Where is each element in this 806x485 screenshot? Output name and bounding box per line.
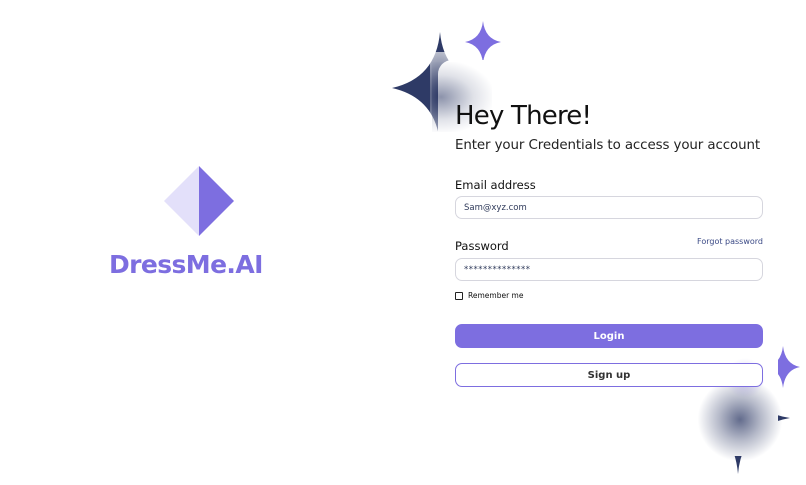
page-subtitle: Enter your Credentials to access your ac… (455, 138, 761, 153)
login-button-label: Login (593, 330, 625, 342)
remember-me[interactable]: Remember me (455, 291, 523, 300)
page-title: Hey There! (455, 101, 592, 131)
login-button[interactable]: Login (455, 324, 763, 348)
password-label: Password (455, 239, 509, 253)
forgot-password-link[interactable]: Forgot password (697, 237, 763, 246)
remember-label: Remember me (468, 291, 524, 300)
email-label: Email address (455, 178, 536, 192)
brand-name: DressMe.AI (109, 250, 263, 279)
login-page: DressMe.AI Hey There! Enter your Credent… (0, 0, 806, 485)
diamond-logo-icon (164, 166, 234, 236)
signup-button[interactable]: Sign up (455, 363, 763, 387)
email-field[interactable] (455, 196, 763, 219)
remember-checkbox[interactable] (455, 291, 463, 300)
password-field[interactable] (455, 258, 763, 281)
signup-button-label: Sign up (587, 369, 631, 381)
